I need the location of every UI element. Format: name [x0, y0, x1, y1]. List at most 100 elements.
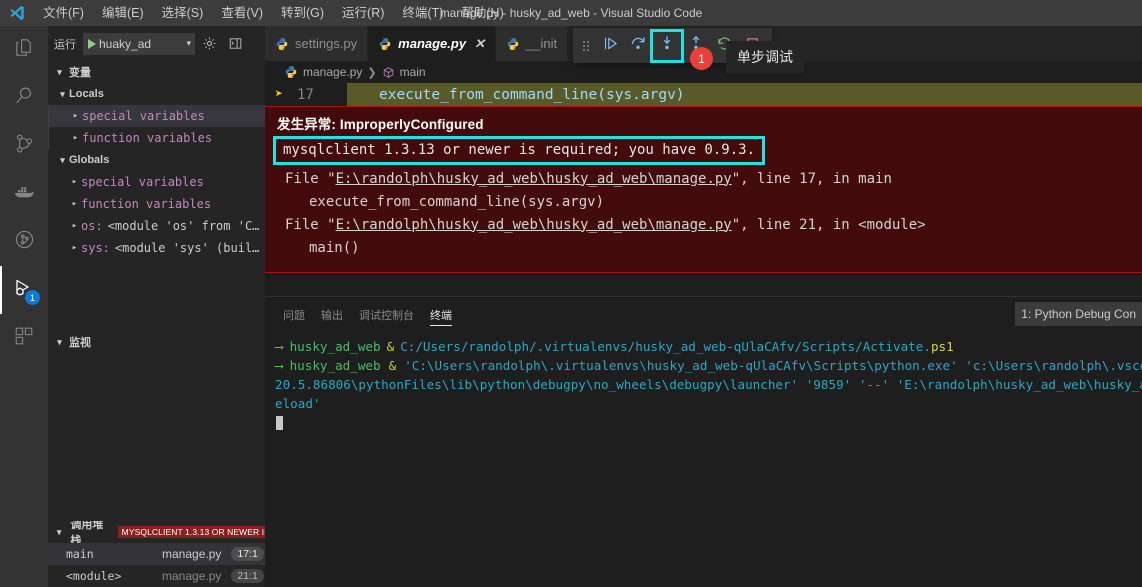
exception-trace-line[interactable]: File " E:\randolph\husky_ad_web\husky_ad_…	[265, 213, 1142, 236]
variables-title: 变量	[69, 67, 91, 79]
variable-row[interactable]: ▸ function variables	[48, 193, 265, 215]
activity-item-explorer[interactable]	[0, 26, 48, 74]
menu-edit[interactable]: 编辑(E)	[93, 2, 153, 24]
step-into-icon	[658, 34, 676, 57]
watch-section-header[interactable]: ▾ 监视	[48, 331, 265, 353]
variable-row[interactable]: ▸ function variables	[48, 127, 265, 149]
breadcrumb-symbol[interactable]: main	[400, 65, 426, 79]
activity-item-docker[interactable]	[0, 170, 48, 218]
open-launch-settings-button[interactable]	[197, 33, 221, 55]
editor-gutter: ➤ 17	[265, 87, 347, 103]
chevron-down-icon: ▾	[60, 88, 65, 99]
chevron-right-icon[interactable]: ▸	[68, 221, 81, 231]
callstack-section-header[interactable]: ▾ 调用堆栈 MYSQLCLIENT 1.3.13 OR NEWER IS	[48, 521, 265, 543]
terminal-command: 'C:\Users\randolph\.virtualenvs\husky_ad…	[404, 358, 1142, 373]
activity-item-extensions[interactable]	[0, 314, 48, 362]
tab-init-py[interactable]: __init	[495, 26, 569, 61]
callstack-exception-badge: MYSQLCLIENT 1.3.13 OR NEWER IS	[117, 526, 265, 538]
variable-row[interactable]: ▸ special variables	[48, 171, 265, 193]
chevron-right-icon[interactable]: ▸	[69, 133, 82, 143]
close-icon[interactable]: ✕	[474, 36, 485, 52]
chevron-right-icon[interactable]: ▸	[68, 177, 81, 187]
panel-tabs: 问题 输出 调试控制台 终端	[265, 297, 452, 332]
terminal-command-cont: 20.5.86806\pythonFiles\lib\python\debugp…	[275, 377, 1142, 392]
activity-item-gitlens[interactable]	[0, 218, 48, 266]
step-into-button[interactable]	[650, 28, 684, 63]
run-configuration-dropdown[interactable]: huaky_ad ▾	[83, 32, 195, 55]
panel-tab-debug-console[interactable]: 调试控制台	[359, 297, 414, 332]
panel-tab-terminal[interactable]: 终端	[430, 297, 452, 332]
gitlens-icon	[13, 228, 36, 256]
scope-locals[interactable]: ▾ Locals	[48, 83, 265, 105]
menu-view[interactable]: 查看(V)	[212, 2, 272, 24]
source-control-icon	[13, 132, 36, 160]
code-text: execute_from_command_line(sys.argv)	[347, 83, 1142, 106]
terminal-cursor	[276, 415, 283, 430]
frame-position: 17:1	[231, 547, 264, 561]
variable-row[interactable]: ▸ special variables	[48, 105, 265, 127]
breadcrumb-file[interactable]: manage.py	[303, 65, 362, 79]
activity-item-source-control[interactable]	[0, 122, 48, 170]
terminal-amp: &	[388, 358, 397, 373]
start-debugging-icon[interactable]	[88, 38, 96, 49]
frame-position: 21:1	[231, 569, 264, 583]
step-annotation-badge: 1	[690, 47, 713, 70]
chevron-right-icon[interactable]: ▸	[69, 111, 82, 121]
callstack-frame[interactable]: <module> manage.py 21:1	[48, 565, 265, 587]
terminal-selector-dropdown[interactable]: 1: Python Debug Con	[1015, 302, 1142, 326]
run-label: 运行	[54, 38, 76, 51]
terminal-cursor-line	[275, 413, 1142, 432]
code-line-17[interactable]: ➤ 17 execute_from_command_line(sys.argv)	[265, 83, 1142, 106]
panel-tab-problems[interactable]: 问题	[283, 297, 305, 332]
terminal-line: eload'	[275, 394, 1142, 413]
menu-file[interactable]: 文件(F)	[34, 2, 93, 24]
tab-label: settings.py	[295, 36, 358, 51]
trace-file-link[interactable]: E:\randolph\husky_ad_web\husky_ad_web\ma…	[336, 171, 732, 187]
terminal-path: C:/Users/randolph/.virtualenvs/husky_ad_…	[400, 339, 931, 354]
debug-sidebar: 运行 huaky_ad ▾ ▾ 变量 ▾ Locals ▸ special va…	[48, 26, 265, 587]
frame-function: <module>	[66, 569, 122, 583]
terminal-line: ⟶ husky_ad_web & C:/Users/randolph/.virt…	[275, 337, 1142, 356]
menu-selection[interactable]: 选择(S)	[153, 2, 213, 24]
variables-section-header[interactable]: ▾ 变量	[48, 61, 265, 83]
trace-file-link[interactable]: E:\randolph\husky_ad_web\husky_ad_web\ma…	[336, 217, 732, 233]
step-over-icon	[629, 34, 647, 57]
watch-list	[48, 353, 265, 521]
exception-title: 发生异常: ImproperlyConfigured	[277, 117, 484, 132]
continue-button[interactable]	[596, 32, 624, 60]
step-over-button[interactable]	[624, 32, 652, 60]
scope-globals[interactable]: ▾ Globals	[48, 149, 265, 171]
python-file-icon	[379, 37, 391, 50]
menu-help[interactable]: 帮助(H)	[452, 2, 512, 24]
activity-item-run-and-debug[interactable]: 1	[0, 266, 48, 314]
menu-run[interactable]: 运行(R)	[333, 2, 393, 24]
terminal-prompt-dir: husky_ad_web	[289, 339, 381, 354]
tab-settings-py[interactable]: settings.py	[265, 26, 369, 61]
callstack-title: 调用堆栈	[70, 521, 104, 543]
panel-tab-output[interactable]: 输出	[321, 297, 343, 332]
chevron-down-icon: ▾	[56, 526, 62, 537]
chevron-right-icon[interactable]: ▸	[68, 199, 81, 209]
terminal-prompt-dir: husky_ad_web	[289, 358, 381, 373]
variable-value: <module 'os' from 'C…	[107, 219, 260, 233]
exception-trace-line[interactable]: File " E:\randolph\husky_ad_web\husky_ad_…	[265, 167, 1142, 190]
menu-bar[interactable]: 文件(F) 编辑(E) 选择(S) 查看(V) 转到(G) 运行(R) 终端(T…	[34, 0, 513, 26]
debug-stack-arrow-icon: ➤	[275, 87, 283, 102]
variable-row[interactable]: ▸ sys: <module 'sys' (buil…	[48, 237, 265, 259]
variable-label: function variables	[82, 131, 213, 145]
tab-manage-py[interactable]: manage.py ✕	[368, 26, 496, 61]
variable-row[interactable]: ▸ os: <module 'os' from 'C…	[48, 215, 265, 237]
menu-terminal[interactable]: 终端(T)	[393, 2, 452, 24]
callstack-frame[interactable]: main manage.py 17:1	[48, 543, 265, 565]
chevron-right-icon[interactable]: ▸	[68, 243, 81, 253]
panel-header: 问题 输出 调试控制台 终端 1: Python Debug Con	[265, 297, 1142, 332]
grip-icon[interactable]	[579, 36, 593, 56]
chevron-down-icon[interactable]: ▾	[186, 38, 193, 49]
open-debug-console-button[interactable]	[223, 33, 247, 55]
terminal-output[interactable]: ⟶ husky_ad_web & C:/Users/randolph/.virt…	[265, 337, 1142, 587]
activity-item-search[interactable]	[0, 74, 48, 122]
frame-file: manage.py	[162, 569, 222, 583]
title-bar: 文件(F) 编辑(E) 选择(S) 查看(V) 转到(G) 运行(R) 终端(T…	[0, 0, 1142, 26]
menu-go[interactable]: 转到(G)	[272, 2, 333, 24]
frame-file: manage.py	[162, 547, 222, 561]
